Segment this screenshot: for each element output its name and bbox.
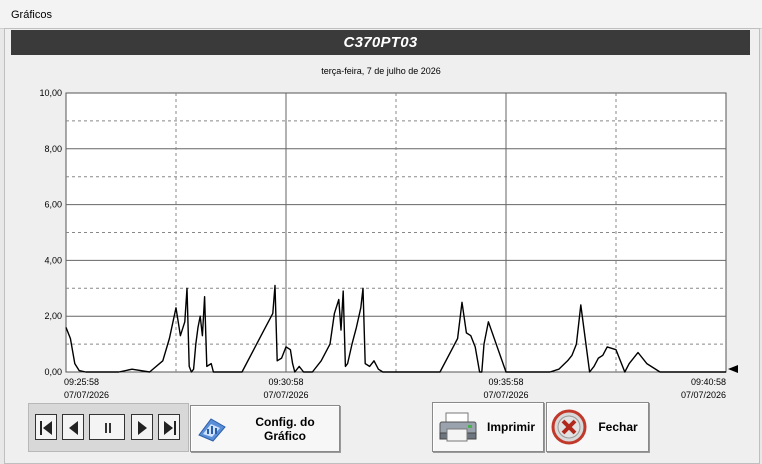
x-tick-date: 07/07/2026 [483, 390, 528, 400]
x-tick-time: 09:35:58 [488, 377, 523, 387]
chart-config-icon [198, 418, 226, 442]
previous-button[interactable] [62, 414, 84, 440]
close-x-icon [551, 409, 587, 445]
y-tick-label: 6,00 [44, 200, 62, 210]
x-tick-time: 09:25:58 [64, 377, 99, 387]
previous-icon [69, 421, 78, 435]
line-chart: 10,00 8,00 6,00 4,00 2,00 0,0009:25:58 07/07/2… [39, 88, 738, 400]
close-label: Fechar [598, 420, 638, 434]
y-tick-label: 8,00 [44, 144, 62, 154]
next-button[interactable] [131, 414, 153, 440]
next-icon [138, 421, 147, 435]
close-button[interactable]: Fechar [546, 402, 649, 452]
current-value-marker [728, 365, 738, 373]
print-label: Imprimir [486, 420, 535, 434]
y-tick-label: 0,00 [44, 367, 62, 377]
printer-icon [439, 412, 477, 442]
chart-config-button[interactable]: Config. do Gráfico [190, 405, 340, 452]
last-button[interactable] [158, 414, 180, 440]
print-button[interactable]: Imprimir [432, 402, 544, 452]
x-tick-date: 07/07/2026 [64, 390, 109, 400]
x-tick-date: 07/07/2026 [681, 390, 726, 400]
x-tick-time: 09:30:58 [268, 377, 303, 387]
skip-first-icon [40, 421, 52, 435]
x-tick-time: 09:40:58 [691, 377, 726, 387]
config-label-line1: Config. do [255, 415, 315, 429]
y-tick-label: 4,00 [44, 255, 62, 265]
pause-button[interactable] [89, 414, 125, 440]
x-tick-date: 07/07/2026 [263, 390, 308, 400]
y-tick-label: 10,00 [39, 88, 62, 98]
first-button[interactable] [35, 414, 57, 440]
skip-last-icon [164, 421, 176, 435]
config-label-line2: Gráfico [263, 429, 306, 443]
y-tick-label: 2,00 [44, 311, 62, 321]
